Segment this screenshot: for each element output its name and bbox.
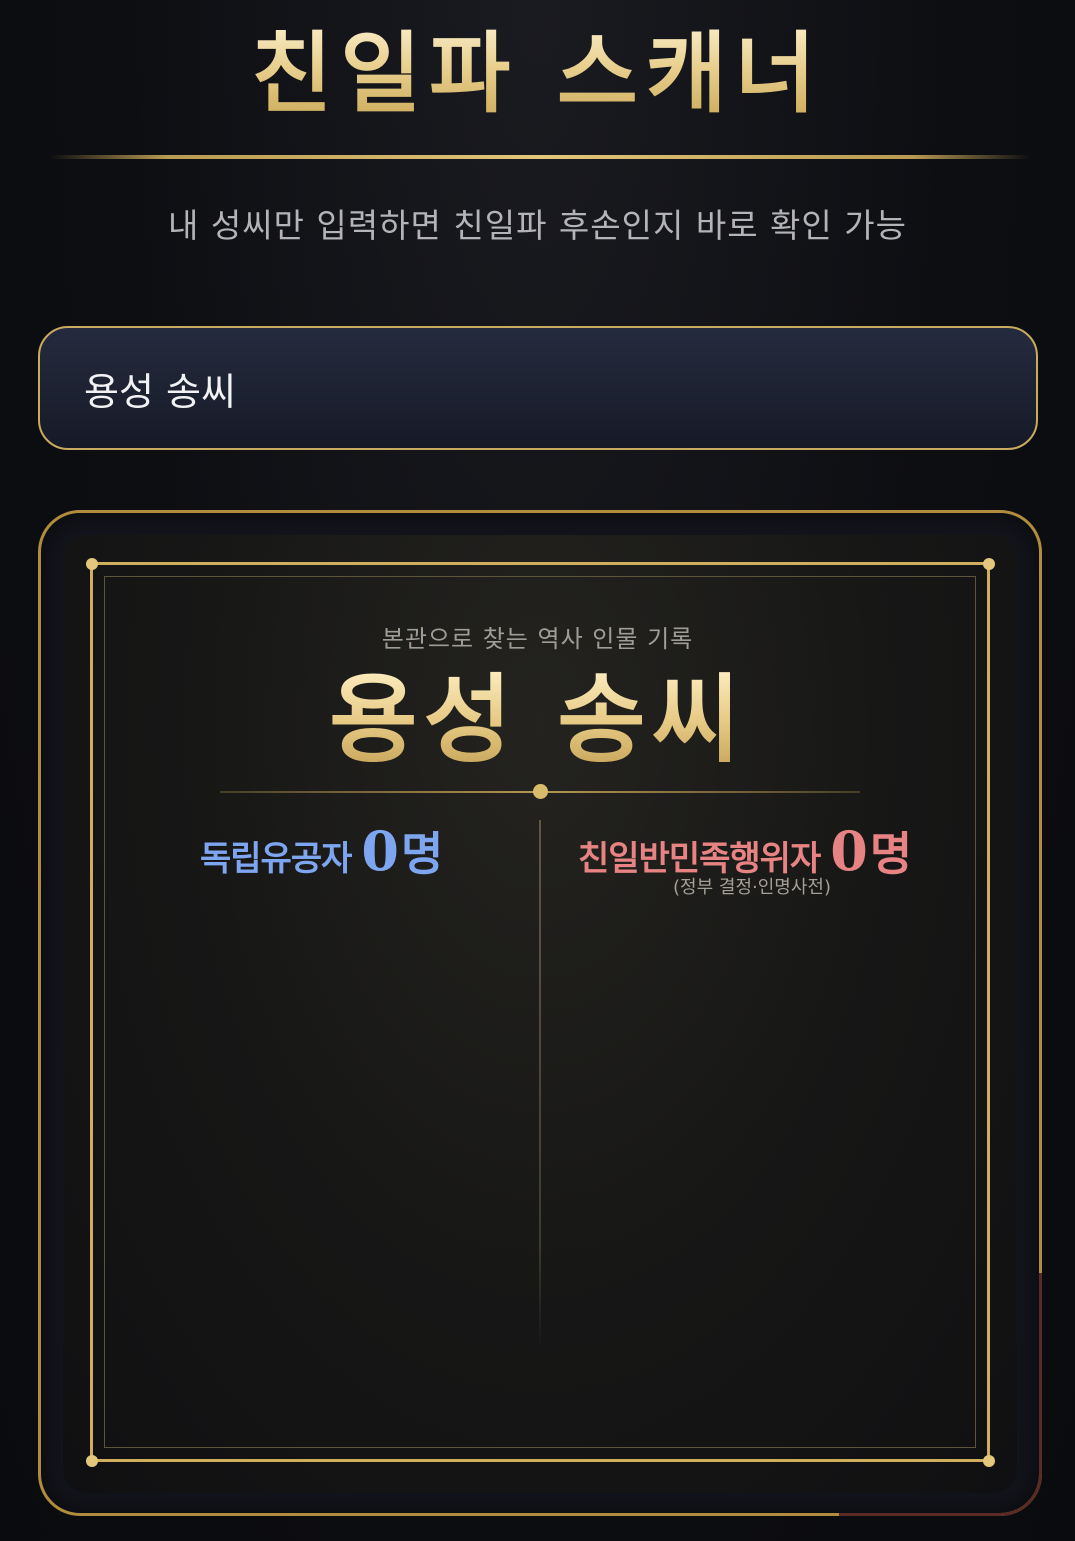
frame-corner-dot-top-left [86,558,98,570]
column-divider [539,820,541,1350]
collaborator-unit: 명 [869,827,913,881]
result-kicker: 본관으로 찾는 역사 인물 기록 [381,625,694,653]
independence-label: 독립유공자 [200,839,352,879]
independence-stat: 독립유공자 0 명 [200,818,443,884]
collaborator-source-note: (정부 결정·인명사전) [673,877,831,898]
result-divider-dot [533,784,548,799]
frame-corner-dot-top-right [983,558,995,570]
collaborator-label: 친일반민족행위자 [578,839,821,879]
result-clan-name: 용성 송씨 [0,662,1075,778]
collaborator-stat: 친일반민족행위자 0 명 [578,818,912,884]
app-title: 친일파 스캐너 [0,18,1075,128]
independence-unit: 명 [400,827,444,881]
app-screen: 친일파 스캐너 내 성씨만 입력하면 친일파 후손인지 바로 확인 가능 본관으… [0,0,1075,1541]
collaborator-count: 0 [830,819,868,883]
title-divider [50,155,1030,159]
surname-search-input[interactable] [84,328,984,448]
independence-count: 0 [361,819,399,883]
app-subtitle: 내 성씨만 입력하면 친일파 후손인지 바로 확인 가능 [168,206,907,245]
surname-search-box[interactable] [38,326,1038,450]
frame-corner-dot-bottom-right [983,1455,995,1467]
frame-corner-dot-bottom-left [86,1455,98,1467]
